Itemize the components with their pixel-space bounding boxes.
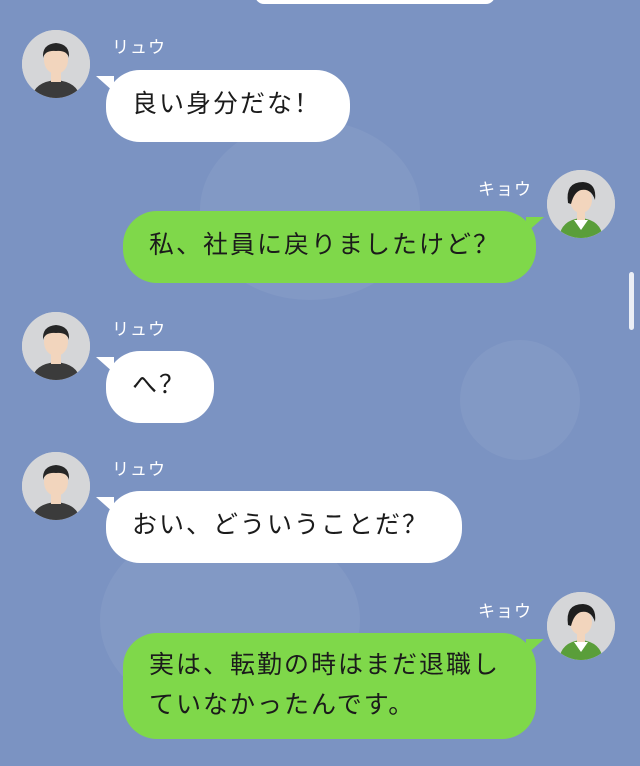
man-avatar-icon (22, 452, 90, 520)
ryu-avatar[interactable] (22, 312, 90, 380)
message-bubble[interactable]: へ？ (106, 351, 214, 423)
sender-name: リュウ (112, 38, 166, 58)
woman-avatar-icon (547, 170, 615, 238)
man-avatar-icon (22, 312, 90, 380)
kyo-avatar[interactable] (547, 592, 615, 660)
sender-name: リュウ (112, 320, 166, 340)
message-bubble[interactable]: 実は、転勤の時はまだ退職し ていなかったんです。 (123, 633, 536, 739)
message-bubble[interactable]: 私、社員に戻りましたけど？ (123, 211, 536, 283)
scrollbar[interactable] (629, 272, 634, 330)
message-line: 実は、転勤の時はまだ退職し (149, 650, 501, 679)
ryu-avatar[interactable] (22, 452, 90, 520)
woman-avatar-icon (547, 592, 615, 660)
message-line: ていなかったんです。 (149, 690, 416, 719)
ryu-avatar[interactable] (22, 30, 90, 98)
sender-name: キョウ (478, 180, 532, 200)
sender-name: リュウ (112, 460, 166, 480)
previous-message-bubble (255, 0, 495, 4)
message-bubble[interactable]: おい、どういうことだ？ (106, 491, 462, 563)
message-bubble[interactable]: 良い身分だな！ (106, 70, 350, 142)
kyo-avatar[interactable] (547, 170, 615, 238)
man-avatar-icon (22, 30, 90, 98)
sender-name: キョウ (478, 602, 532, 622)
